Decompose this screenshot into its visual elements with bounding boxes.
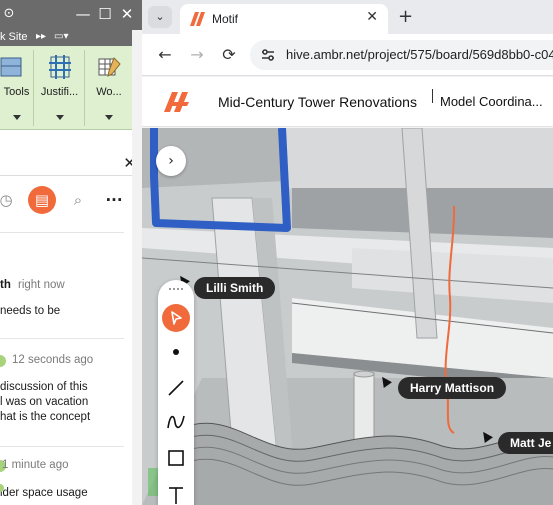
tab-title: Motif (212, 12, 239, 26)
divider (0, 232, 124, 233)
reload-button[interactable]: ⟳ (218, 44, 240, 66)
chevron-down-icon (55, 115, 64, 120)
tools-icon (0, 57, 21, 77)
close-button[interactable]: ✕ (118, 5, 136, 23)
divider (0, 446, 124, 447)
comments-panel-header: ✕ (0, 154, 142, 176)
back-button[interactable]: ← (154, 44, 176, 66)
minimize-button[interactable]: — (74, 5, 92, 23)
comment-text: l was on vacation (0, 396, 89, 408)
tab-close-button[interactable]: ✕ (366, 9, 378, 25)
comment-time: right now (18, 279, 65, 291)
chevron-down-icon (12, 115, 21, 120)
line-icon[interactable] (162, 374, 190, 402)
comment-author: th (0, 279, 11, 291)
ribbon-button-tools[interactable]: Tools (0, 50, 34, 126)
site-settings-icon[interactable] (260, 47, 276, 63)
dropdown-toggle-icon[interactable]: ▭▾ (54, 31, 68, 42)
forward-button[interactable]: → (186, 44, 208, 66)
maximize-button[interactable]: ☐ (96, 5, 114, 23)
expand-panel-button[interactable]: › (156, 146, 186, 176)
history-icon[interactable]: ◷ (0, 186, 20, 214)
select-icon[interactable] (162, 304, 190, 332)
ribbon: Tools Justifi... Wo... (0, 46, 142, 130)
comment-text: hat is the concept (0, 411, 91, 423)
motif-logo-icon (190, 12, 205, 26)
tab-search-button[interactable]: ⌄ (148, 6, 172, 28)
drawing-toolbar (158, 280, 194, 505)
comment-text: discussion of this (0, 381, 88, 393)
ribbon-label-tools: Tools (3, 86, 30, 98)
comments-panel-tabs: ◷ ▤ ⌕ ··· (0, 180, 142, 220)
browser-window: ⌄ Motif ✕ + ← → ⟳ hive.ambr.net/project/… (142, 0, 553, 505)
text-icon[interactable] (162, 480, 190, 505)
ribbon-label-workset: Wo... (96, 86, 122, 98)
ribbon-button-justify[interactable]: Justifi... (35, 50, 85, 126)
model-scene (142, 128, 553, 505)
comment-time: 1 minute ago (2, 459, 69, 471)
rectangle-icon[interactable] (162, 444, 190, 472)
tab-motif[interactable]: Motif ✕ (180, 4, 388, 34)
project-title[interactable]: Mid-Century Tower Renovations (218, 94, 417, 110)
more-options-icon[interactable]: ··· (100, 186, 128, 214)
chevron-down-icon (105, 115, 113, 120)
comment-text: needs to be (0, 305, 61, 317)
tab-bar: ⌄ Motif ✕ + (142, 0, 553, 34)
ribbon-label-justify: Justifi... (40, 86, 79, 98)
url-text[interactable]: hive.ambr.net/project/575/board/569d8bb0… (286, 47, 553, 62)
divider (0, 338, 124, 339)
left-application-window: ⊙ — ☐ ✕ k Site ▸▸ ▭▾ Tools Justifi... Wo… (0, 0, 142, 505)
workset-icon (98, 57, 121, 77)
freehand-icon[interactable] (162, 408, 190, 436)
collaborator-tag: Harry Mattison (398, 377, 507, 399)
avatar (0, 355, 6, 367)
site-label: k Site (0, 31, 28, 43)
collaborator-tag: Matt Je (498, 432, 553, 454)
motif-logo (164, 92, 189, 112)
comments-icon[interactable]: ▤ (28, 186, 56, 214)
app-header: Mid-Century Tower Renovations Model Coor… (142, 77, 553, 127)
scrollbar[interactable] (132, 30, 142, 505)
comment-text: ider space usage (0, 487, 88, 499)
search-icon[interactable]: ⌕ (64, 186, 92, 214)
divider (432, 89, 433, 103)
address-bar[interactable]: hive.ambr.net/project/575/board/569d8bb0… (250, 40, 553, 70)
3d-model-viewport[interactable]: › Lilli Smith Harry Mattison Matt Je (142, 128, 553, 505)
ribbon-button-workset[interactable]: Wo... (86, 50, 132, 126)
drag-handle[interactable] (169, 288, 183, 292)
justify-icon (48, 55, 71, 79)
comment-time: 12 seconds ago (12, 354, 94, 366)
collaborator-tag: Lilli Smith (194, 277, 276, 299)
left-toolbar-row: k Site ▸▸ ▭▾ (0, 30, 142, 46)
new-tab-button[interactable]: + (398, 6, 413, 27)
navigation-bar: ← → ⟳ hive.ambr.net/project/575/board/56… (142, 34, 553, 76)
dot-icon[interactable] (162, 338, 190, 366)
expand-arrows-icon[interactable]: ▸▸ (36, 31, 46, 42)
left-titlebar: ⊙ — ☐ ✕ (0, 0, 142, 30)
model-title[interactable]: Model Coordina... (440, 94, 543, 109)
unknown-title-icon: ⊙ (3, 6, 15, 21)
